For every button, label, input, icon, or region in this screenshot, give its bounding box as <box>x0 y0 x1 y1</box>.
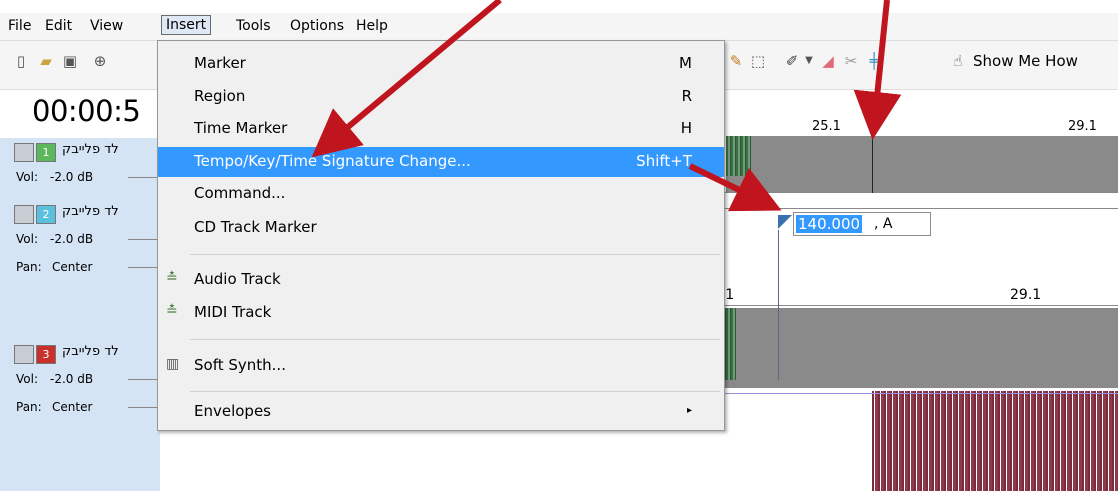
menu-view[interactable]: View <box>90 18 123 34</box>
track-expand-button[interactable] <box>14 345 34 364</box>
menu-edit[interactable]: Edit <box>45 18 72 34</box>
vol-label: Vol: <box>16 232 38 246</box>
eraser-icon[interactable]: ◢ <box>820 53 836 69</box>
pan-label: Pan: <box>16 400 42 414</box>
menu-item-audio-track[interactable]: ≛ Audio Track <box>158 265 724 295</box>
menu-item-midi-track[interactable]: ≛ MIDI Track <box>158 298 724 328</box>
pencil-icon[interactable]: ✎ <box>728 53 744 69</box>
track-header-1[interactable]: 1 לד פלייבק Vol: -2.0 dB <box>0 142 160 202</box>
vol-label: Vol: <box>16 372 38 386</box>
track-header-2[interactable]: 2 לד פלייבק Vol: -2.0 dB Pan: Center <box>0 204 160 340</box>
soft-synth-icon: ▥ <box>166 356 180 372</box>
midi-track-icon: ≛ <box>166 303 178 319</box>
menu-insert[interactable]: Insert <box>161 15 212 35</box>
tempo-marker-line <box>778 230 779 380</box>
pan-value[interactable]: Center <box>52 260 92 274</box>
menu-item-envelopes[interactable]: Envelopes ▸ <box>158 397 724 427</box>
track-name[interactable]: לד פלייבק <box>62 204 162 219</box>
pan-slider[interactable] <box>128 407 160 408</box>
menu-item-region[interactable]: Region R <box>158 82 724 112</box>
menu-separator <box>190 339 720 340</box>
ruler-label: 29.1 <box>1010 287 1042 303</box>
vol-value[interactable]: -2.0 dB <box>50 232 93 246</box>
track-headers-panel: 1 לד פלייבק Vol: -2.0 dB 2 לד פלייבק Vol… <box>0 138 160 491</box>
vol-slider[interactable] <box>128 177 160 178</box>
tempo-input[interactable]: 140.000 , A <box>793 212 931 236</box>
menu-separator <box>190 254 720 255</box>
track-number-badge: 1 <box>36 143 56 162</box>
pan-value[interactable]: Center <box>52 400 92 414</box>
menu-item-soft-synth[interactable]: ▥ Soft Synth... <box>158 351 724 381</box>
menu-help[interactable]: Help <box>356 18 388 34</box>
menu-separator <box>190 391 720 392</box>
menu-bar: File Edit View Insert Tools Options Help <box>0 13 1118 41</box>
track-expand-button[interactable] <box>14 205 34 224</box>
waveform <box>726 136 751 176</box>
pan-label: Pan: <box>16 260 42 274</box>
dropdown-arrow-icon[interactable]: ▼ <box>801 53 817 69</box>
menu-options[interactable]: Options <box>290 18 344 34</box>
vol-label: Vol: <box>16 170 38 184</box>
pan-slider[interactable] <box>128 267 160 268</box>
cursor-line <box>872 133 873 193</box>
menu-item-command[interactable]: Command... <box>158 179 724 209</box>
menu-tools[interactable]: Tools <box>236 18 271 34</box>
vol-value[interactable]: -2.0 dB <box>50 170 93 184</box>
menu-item-cd-track-marker[interactable]: CD Track Marker <box>158 213 724 243</box>
menu-item-tempo-change[interactable]: Tempo/Key/Time Signature Change... Shift… <box>158 147 724 177</box>
time-display: 00:00:5 <box>32 94 141 128</box>
track-expand-button[interactable] <box>14 143 34 162</box>
insert-menu: Marker M Region R Time Marker H Tempo/Ke… <box>157 40 725 431</box>
menu-item-time-marker[interactable]: Time Marker H <box>158 114 724 144</box>
tempo-suffix: , A <box>874 216 893 232</box>
track-name[interactable]: לד פלייבק <box>62 344 162 359</box>
select-icon[interactable]: ⬚ <box>750 53 766 69</box>
tempo-value[interactable]: 140.000 <box>796 215 863 233</box>
vol-value[interactable]: -2.0 dB <box>50 372 93 386</box>
snap-icon[interactable]: ╪ <box>866 53 882 69</box>
vol-slider[interactable] <box>128 239 160 240</box>
track-number-badge: 3 <box>36 345 56 364</box>
audio-track-icon: ≛ <box>166 270 178 286</box>
hand-icon: ☝ <box>953 52 963 70</box>
menu-item-marker[interactable]: Marker M <box>158 49 724 79</box>
track-number-badge: 2 <box>36 205 56 224</box>
track-name[interactable]: לד פלייבק <box>62 142 162 157</box>
ruler-label: 25.1 <box>812 119 841 134</box>
ruler-label: 29.1 <box>1068 119 1097 134</box>
show-me-how-button[interactable]: Show Me How <box>973 52 1078 70</box>
audio-clip[interactable] <box>726 136 1118 192</box>
submenu-arrow-icon: ▸ <box>686 405 692 416</box>
new-file-icon[interactable]: ▯ <box>13 53 29 69</box>
tempo-flag-icon[interactable] <box>778 215 792 229</box>
menu-file[interactable]: File <box>8 18 31 34</box>
waveform <box>872 391 1118 491</box>
brush-icon[interactable]: ✐ <box>784 53 800 69</box>
save-icon[interactable]: ▣ <box>62 53 78 69</box>
track-header-3[interactable]: 3 לד פלייבק Vol: -2.0 dB Pan: Center <box>0 344 160 484</box>
scissors-icon[interactable]: ✂ <box>843 53 859 69</box>
open-folder-icon[interactable]: ▰ <box>38 53 54 69</box>
vol-slider[interactable] <box>128 379 160 380</box>
render-icon[interactable]: ⊕ <box>92 53 108 69</box>
